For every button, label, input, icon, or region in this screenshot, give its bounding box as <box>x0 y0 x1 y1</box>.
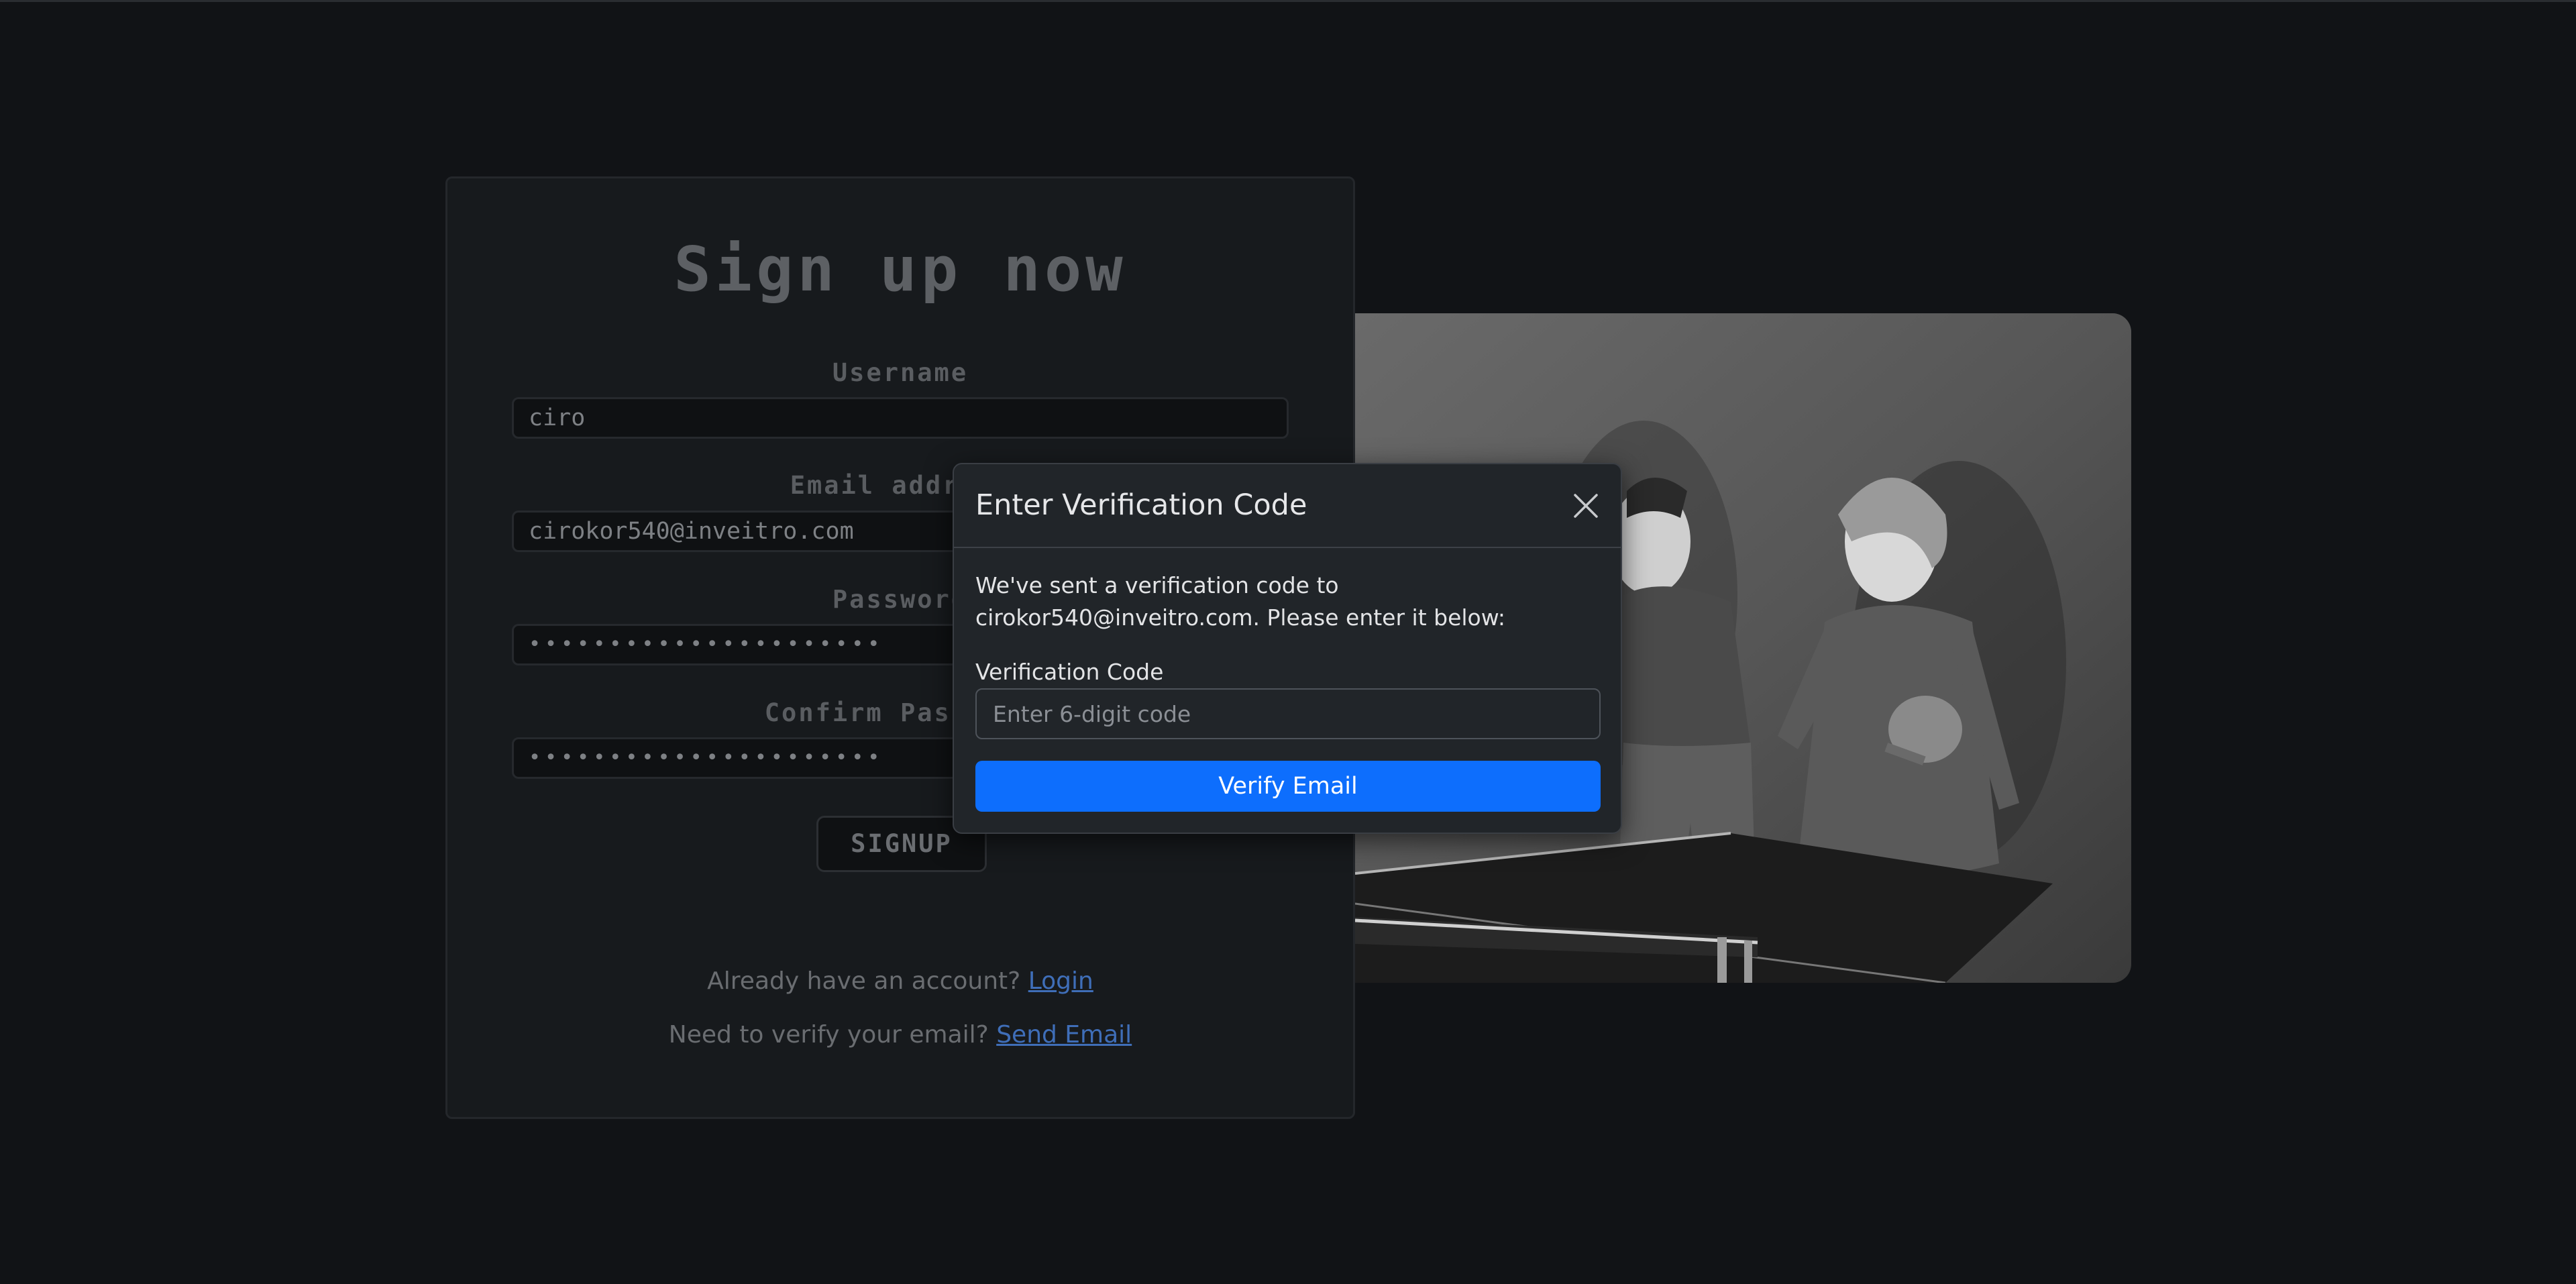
modal-header: Enter Verification Code <box>954 464 1621 548</box>
page: Sign up now Username ciro Email address … <box>0 0 2576 1284</box>
modal-title: Enter Verification Code <box>975 488 1307 522</box>
login-prompt: Already have an account? Login <box>447 967 1353 995</box>
send-email-link[interactable]: Send Email <box>996 1021 1132 1049</box>
login-prompt-text: Already have an account? <box>707 967 1021 995</box>
close-icon <box>1574 494 1598 518</box>
username-label: Username <box>832 358 969 387</box>
modal-message: We've sent a verification code to ciroko… <box>975 572 1506 631</box>
verify-email-button[interactable]: Verify Email <box>975 761 1601 812</box>
verification-modal: Enter Verification Code We've sent a ver… <box>953 463 1622 834</box>
username-field[interactable]: ciro <box>512 397 1289 439</box>
verify-prompt-text: Need to verify your email? <box>668 1021 989 1049</box>
verification-code-label: Verification Code <box>975 659 1164 685</box>
page-title: Sign up now <box>674 233 1127 305</box>
login-link[interactable]: Login <box>1028 967 1093 995</box>
close-button[interactable] <box>1568 488 1603 523</box>
verify-prompt: Need to verify your email? Send Email <box>447 1021 1353 1049</box>
verification-code-input[interactable] <box>975 688 1601 739</box>
